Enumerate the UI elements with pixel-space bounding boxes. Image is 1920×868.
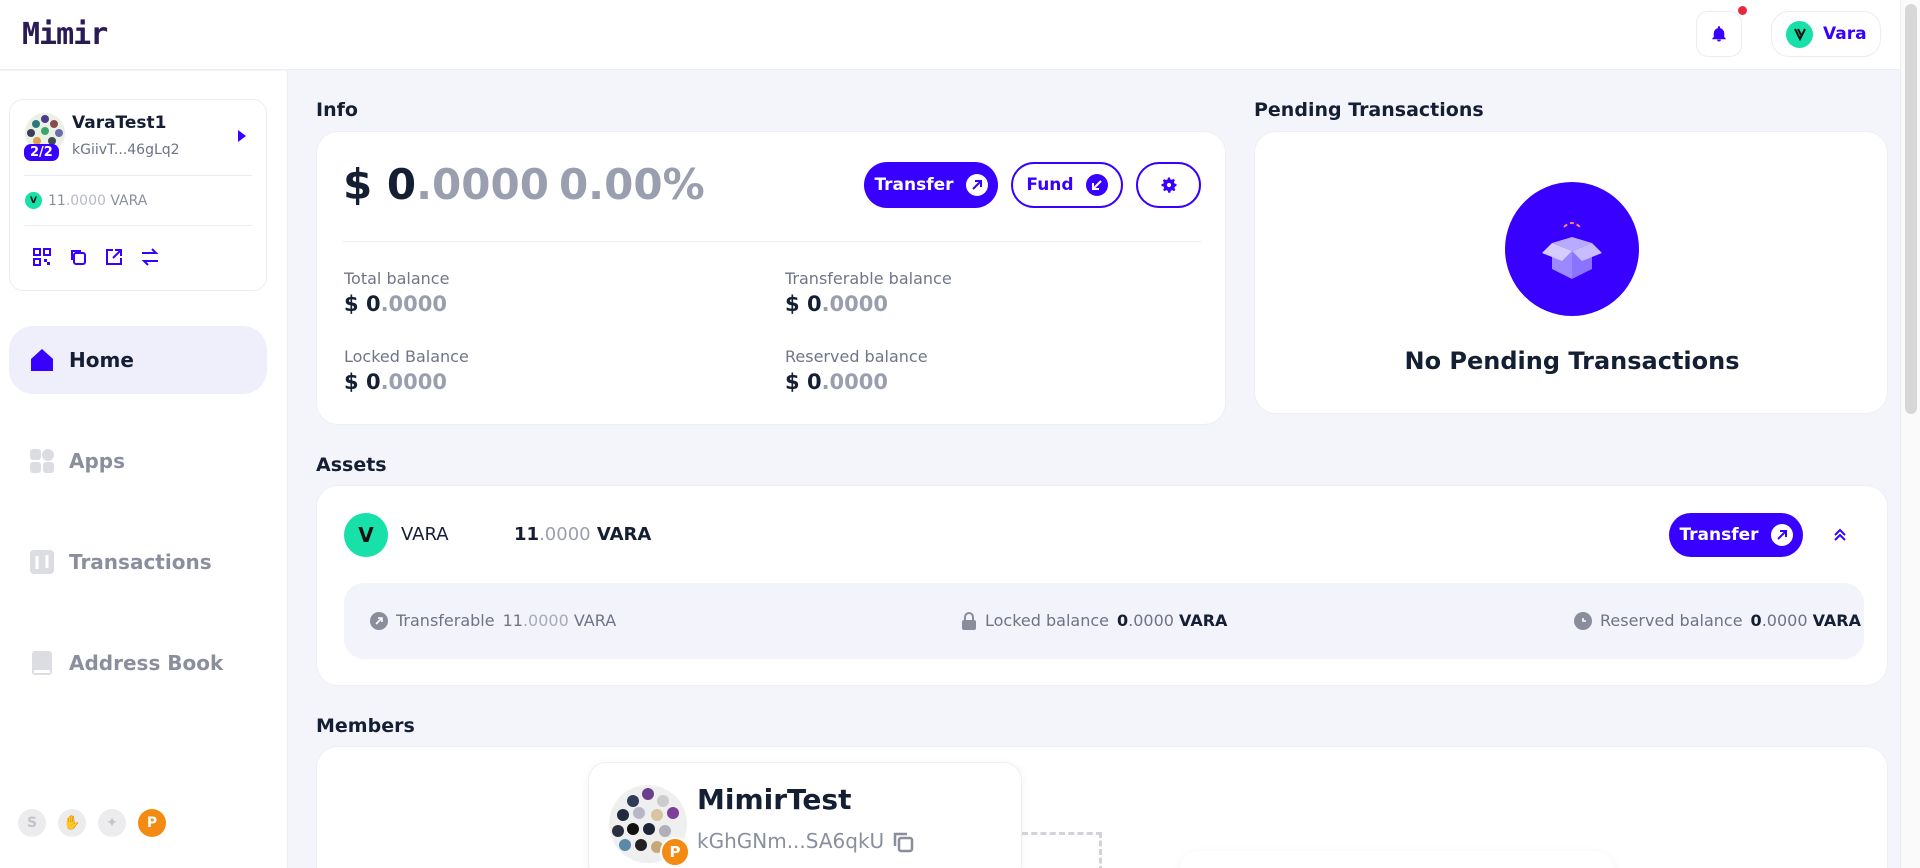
transfer-label: Transfer bbox=[1679, 525, 1759, 545]
account-name: VaraTest1 bbox=[72, 113, 167, 133]
polkadot-icon: P bbox=[660, 837, 690, 867]
sidebar: 2/2 VaraTest1 kGiivT...46gLq2 V 11.0000 … bbox=[0, 71, 288, 868]
nav-address-book[interactable]: Address Book bbox=[9, 629, 267, 697]
fund-button[interactable]: Fund bbox=[1011, 162, 1123, 208]
nav-transactions[interactable]: Transactions bbox=[9, 528, 267, 596]
nav-home[interactable]: Home bbox=[9, 326, 267, 394]
empty-state-text: No Pending Transactions bbox=[1404, 347, 1740, 375]
threshold-badge: 2/2 bbox=[24, 144, 59, 161]
transferable-balance-value: $ 0.0000 bbox=[785, 292, 888, 316]
arrow-up-right-icon bbox=[370, 611, 388, 630]
transfer-button[interactable]: Transfer bbox=[864, 162, 998, 208]
nav-label: Apps bbox=[69, 449, 126, 473]
gear-icon bbox=[1161, 177, 1176, 193]
external-link-icon[interactable] bbox=[104, 247, 124, 267]
mimir-logo[interactable]: Mimir bbox=[22, 17, 108, 52]
total-value: $ 0.0000 0.00% bbox=[343, 160, 705, 209]
vara-token-icon: V bbox=[25, 192, 42, 209]
info-section-title: Info bbox=[316, 99, 358, 121]
total-balance-value: $ 0.0000 bbox=[344, 292, 447, 316]
account-address: kGiivT...46gLq2 bbox=[72, 142, 180, 158]
qr-code-icon[interactable] bbox=[32, 247, 52, 267]
bell-icon bbox=[1712, 26, 1726, 42]
divider bbox=[343, 241, 1201, 242]
vara-network-icon bbox=[1786, 20, 1813, 48]
page-scrollbar[interactable] bbox=[1900, 0, 1920, 868]
apps-icon bbox=[29, 448, 55, 474]
locked-balance-label: Locked Balance bbox=[344, 347, 469, 366]
value-dec: .0000 bbox=[416, 160, 549, 209]
divider bbox=[24, 225, 252, 226]
network-label: Vara bbox=[1823, 24, 1867, 44]
value-int: 0 bbox=[386, 160, 417, 209]
transfer-label: Transfer bbox=[874, 175, 954, 195]
arrow-up-right-icon bbox=[965, 174, 988, 196]
currency-symbol: $ bbox=[343, 160, 373, 209]
nav-label: Home bbox=[69, 348, 134, 372]
pending-section-title: Pending Transactions bbox=[1254, 99, 1484, 121]
transfer-icon[interactable] bbox=[140, 247, 160, 267]
arrow-down-left-icon bbox=[1085, 174, 1108, 196]
nav-apps[interactable]: Apps bbox=[9, 427, 267, 495]
reserved-detail: Reserved balance 0.0000 VARA bbox=[1574, 611, 1861, 630]
clock-icon bbox=[1574, 611, 1592, 630]
members-card bbox=[316, 746, 1888, 868]
vara-token-icon: V bbox=[344, 513, 388, 557]
expand-arrow-icon[interactable] bbox=[238, 130, 246, 142]
member-address: kGhGNm...SA6qkU bbox=[697, 829, 885, 853]
bird-icon[interactable]: ✦ bbox=[98, 809, 126, 837]
polkadot-icon[interactable]: P bbox=[138, 809, 166, 837]
reserved-balance-value: $ 0.0000 bbox=[785, 370, 888, 394]
transferable-detail: Transferable 11.0000 VARA bbox=[370, 611, 616, 630]
member-card[interactable] bbox=[1180, 851, 1614, 868]
arrow-up-right-icon bbox=[1770, 524, 1793, 546]
collapse-chevron-icon[interactable] bbox=[1831, 526, 1849, 544]
balance-unit: VARA bbox=[110, 192, 148, 209]
footer-links: S ✋ ✦ P bbox=[18, 809, 166, 837]
settings-button[interactable] bbox=[1136, 162, 1201, 208]
empty-box-icon bbox=[1505, 182, 1639, 316]
nav-label: Address Book bbox=[69, 651, 224, 675]
logo-text: Mimir bbox=[22, 17, 108, 52]
scrollbar-thumb[interactable] bbox=[1905, 4, 1917, 414]
assets-section-title: Assets bbox=[316, 454, 387, 476]
member-name: MimirTest bbox=[697, 783, 852, 816]
info-card: $ 0.0000 0.00% Transfer Fund Total balan… bbox=[316, 131, 1226, 425]
account-actions bbox=[32, 247, 160, 267]
change-percent: 0.00% bbox=[558, 160, 705, 209]
members-section-title: Members bbox=[316, 715, 415, 737]
balance-int: 11 bbox=[48, 192, 66, 209]
member-card[interactable]: P MimirTest kGhGNm...SA6qkU bbox=[588, 762, 1022, 868]
copy-icon[interactable] bbox=[891, 830, 915, 854]
lock-icon bbox=[962, 611, 976, 630]
asset-detail-panel: Transferable 11.0000 VARA Locked balance… bbox=[344, 583, 1864, 659]
divider bbox=[24, 175, 252, 176]
member-connector bbox=[1022, 832, 1102, 868]
copy-icon[interactable] bbox=[68, 247, 88, 267]
top-header: Mimir Vara bbox=[0, 0, 1900, 70]
home-icon bbox=[29, 347, 55, 373]
reserved-balance-label: Reserved balance bbox=[785, 347, 928, 366]
subscan-icon[interactable]: S bbox=[18, 809, 46, 837]
fund-label: Fund bbox=[1026, 175, 1074, 195]
notification-dot bbox=[1738, 6, 1747, 15]
pending-card: No Pending Transactions bbox=[1254, 131, 1888, 414]
total-balance-label: Total balance bbox=[344, 269, 450, 288]
transactions-icon bbox=[29, 549, 55, 575]
transferable-balance-label: Transferable balance bbox=[785, 269, 952, 288]
asset-amount: 11.0000 VARA bbox=[514, 524, 652, 545]
locked-detail: Locked balance 0.0000 VARA bbox=[961, 611, 1227, 630]
assets-card: V VARA 11.0000 VARA Transfer Transferabl… bbox=[316, 485, 1888, 686]
network-selector[interactable]: Vara bbox=[1771, 11, 1881, 57]
address-book-icon bbox=[29, 650, 55, 676]
asset-name: VARA bbox=[401, 524, 449, 545]
account-card[interactable]: 2/2 VaraTest1 kGiivT...46gLq2 V 11.0000 … bbox=[9, 99, 267, 291]
account-balance: V 11.0000 VARA bbox=[25, 192, 147, 209]
asset-transfer-button[interactable]: Transfer bbox=[1669, 513, 1803, 557]
locked-balance-value: $ 0.0000 bbox=[344, 370, 447, 394]
hand-icon[interactable]: ✋ bbox=[58, 809, 86, 837]
nav-label: Transactions bbox=[69, 550, 212, 574]
balance-dec: .0000 bbox=[65, 192, 106, 209]
notifications-button[interactable] bbox=[1696, 6, 1747, 57]
